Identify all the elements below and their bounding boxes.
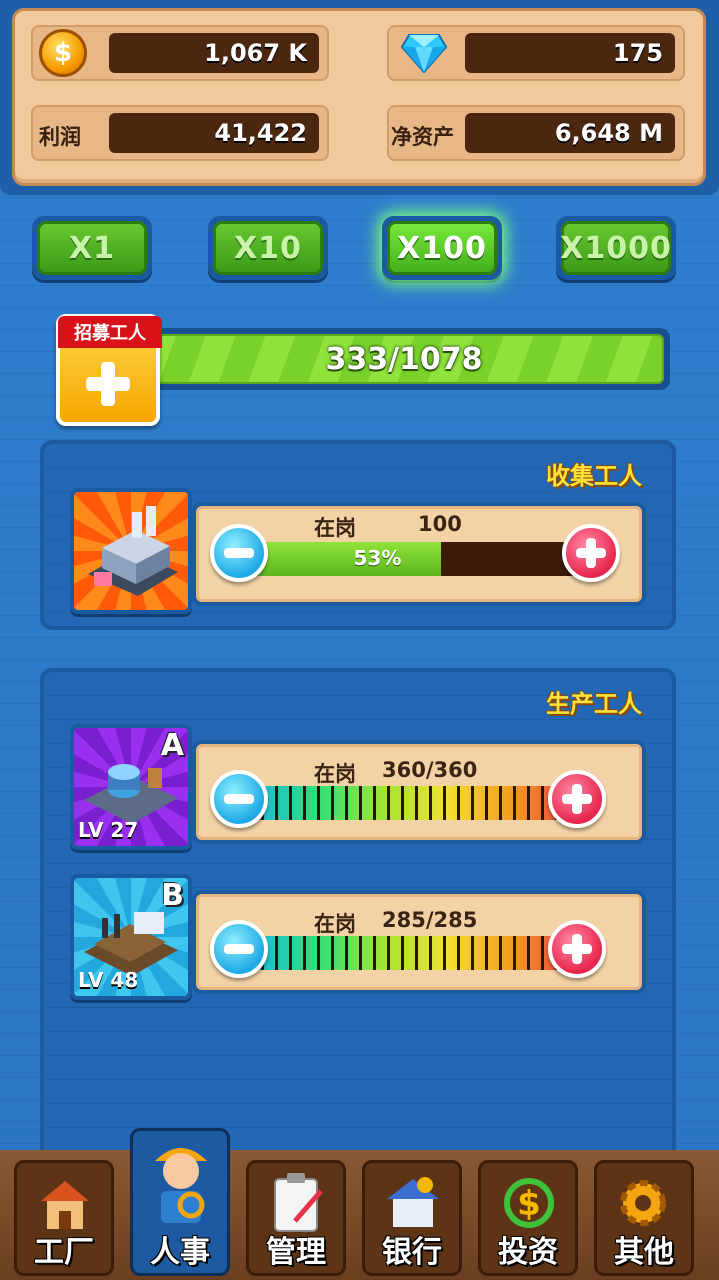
nav-label: 银行	[382, 1235, 442, 1270]
gold-coin-icon: $	[39, 29, 87, 77]
multiplier-label: X1	[37, 221, 147, 275]
dollar-arrows-icon: $	[504, 1178, 554, 1228]
collect-progress-bar: 53%	[250, 542, 580, 576]
multiplier-label: X1000	[560, 221, 671, 275]
net-assets-label: 净资产	[391, 125, 454, 149]
on-duty-count: 360/360	[382, 758, 478, 782]
coins-value: 1,067 K	[109, 33, 319, 73]
recruit-tag: 招募工人	[58, 316, 162, 348]
profit-label: 利润	[39, 125, 81, 149]
recruit-progress-text: 333/1078	[325, 341, 483, 377]
recruit-progress-fill: 333/1078	[144, 334, 664, 384]
warehouse-icon	[88, 506, 178, 596]
net-assets-value: 6,648 M	[465, 113, 675, 153]
minus-icon	[224, 794, 254, 804]
nav-label: 人事	[150, 1235, 210, 1270]
net-assets-box: 净资产 6,648 M	[387, 105, 685, 161]
gear-icon	[620, 1180, 666, 1226]
collect-percent: 53%	[353, 546, 402, 570]
factory-level: LV 27	[78, 818, 139, 842]
on-duty-label: 在岗	[314, 516, 356, 540]
production-workers-title: 生产工人	[546, 690, 642, 718]
profit-box: 利润 41,422	[31, 105, 329, 161]
nav-label: 其他	[614, 1235, 674, 1270]
increase-button[interactable]	[548, 920, 606, 978]
svg-text:$: $	[517, 1184, 541, 1224]
multiplier-x1-button[interactable]: X1	[32, 216, 152, 280]
coins-box: $ 1,067 K	[31, 25, 329, 81]
nav-other[interactable]: 其他	[594, 1160, 694, 1276]
profit-value: 41,422	[109, 113, 319, 153]
minus-icon	[224, 548, 254, 558]
gems-box: 175	[387, 25, 685, 81]
decrease-button[interactable]	[210, 920, 268, 978]
recruit-progress-bar: 333/1078	[138, 328, 670, 390]
plus-icon	[576, 538, 606, 568]
production-workers-panel: 生产工人 在岗 360/360 A LV 27 在岗 285/285 B LV …	[40, 668, 676, 1168]
factory-a-slot: 在岗 360/360	[192, 740, 646, 844]
on-duty-count: 285/285	[382, 908, 478, 932]
clipboard-icon	[274, 1173, 323, 1232]
plus-icon	[562, 784, 592, 814]
on-duty-count: 100	[418, 512, 462, 536]
nav-label: 投资	[498, 1235, 558, 1270]
minus-icon	[224, 944, 254, 954]
nav-label: 管理	[266, 1235, 326, 1270]
resource-panel: $ 1,067 K 175 利润 41,422 净资产 6,648 M	[12, 8, 706, 186]
nav-personnel[interactable]: 人事	[130, 1128, 230, 1276]
gems-value: 175	[465, 33, 675, 73]
factory-house-icon	[41, 1181, 89, 1229]
collect-factory-card[interactable]	[70, 488, 192, 614]
bank-icon	[387, 1177, 439, 1227]
multiplier-x10-button[interactable]: X10	[208, 216, 328, 280]
factory-a-bar	[250, 786, 580, 820]
decrease-button[interactable]	[210, 770, 268, 828]
plus-icon	[86, 362, 130, 406]
decrease-button[interactable]	[210, 524, 268, 582]
recruit-worker-button[interactable]: 招募工人	[56, 314, 162, 426]
factory-grade: A	[160, 728, 184, 763]
nav-bank[interactable]: 银行	[362, 1160, 462, 1276]
nav-factory[interactable]: 工厂	[14, 1160, 114, 1276]
multiplier-label: X100	[387, 221, 497, 275]
increase-button[interactable]	[562, 524, 620, 582]
collect-workers-panel: 收集工人 在岗 100 53%	[40, 440, 676, 630]
factory-grade: B	[161, 878, 184, 913]
nav-label: 工厂	[34, 1235, 94, 1270]
factory-b-card[interactable]: B LV 48	[70, 874, 192, 1000]
multiplier-label: X10	[213, 221, 323, 275]
diamond-icon	[401, 34, 447, 73]
collect-slot: 在岗 100 53%	[192, 502, 646, 606]
factory-level: LV 48	[78, 968, 139, 992]
factory-b-bar	[250, 936, 580, 970]
factory-b-slot: 在岗 285/285	[192, 890, 646, 994]
nav-invest[interactable]: $ 投资	[478, 1160, 578, 1276]
increase-button[interactable]	[548, 770, 606, 828]
factory-a-card[interactable]: A LV 27	[70, 724, 192, 850]
on-duty-label: 在岗	[314, 762, 356, 786]
plus-icon	[562, 934, 592, 964]
coin-symbol: $	[53, 38, 73, 68]
collect-workers-title: 收集工人	[546, 462, 642, 490]
multiplier-x1000-button[interactable]: X1000	[556, 216, 676, 280]
multiplier-x100-button[interactable]: X100	[382, 216, 502, 280]
worker-icon	[155, 1148, 207, 1223]
nav-management[interactable]: 管理	[246, 1160, 346, 1276]
on-duty-label: 在岗	[314, 912, 356, 936]
